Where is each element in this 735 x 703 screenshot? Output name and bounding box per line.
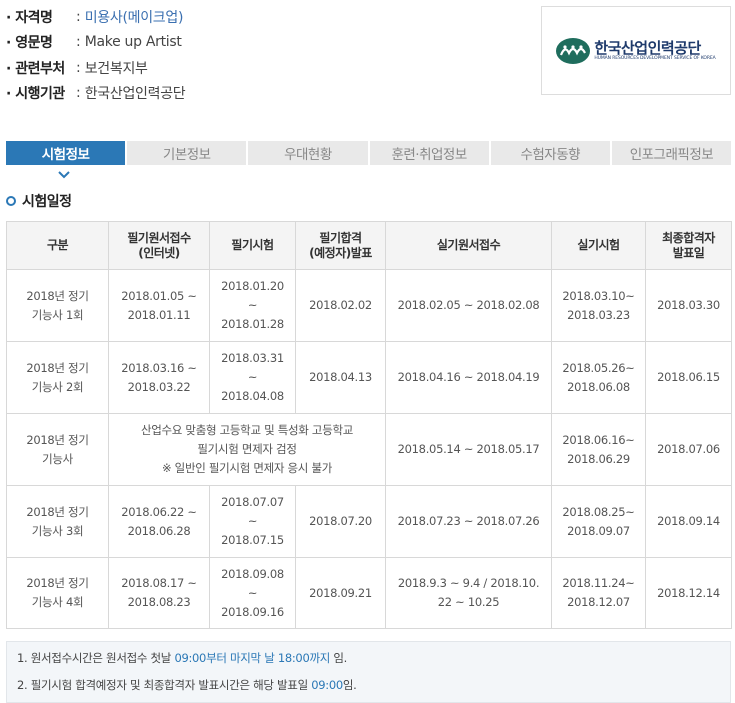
column-header: 구분 (6, 221, 109, 270)
info-separator: : (76, 85, 81, 102)
column-header: 실기원서접수 (385, 221, 552, 270)
table-cell: 2018.9.3 ~ 9.4 / 2018.10. 22 ~ 10.25 (385, 557, 552, 629)
table-cell: 2018년 정기 기능사 (6, 413, 109, 486)
table-cell: 2018.07.23 ~ 2018.07.26 (385, 485, 552, 558)
section-title: 시험일정 (6, 191, 72, 211)
table-cell: 2018.08.17 ~ 2018.08.23 (108, 557, 210, 629)
hrdk-logo-icon (556, 37, 591, 64)
info-key: 시행기관 (6, 83, 76, 103)
column-header: 필기합격 (예정자)발표 (295, 221, 386, 270)
tab-examinee-trends[interactable]: 수험자동향 (490, 141, 610, 165)
table-cell: 2018.06.15 (645, 341, 732, 414)
table-cell: 2018.06.22 ~ 2018.06.28 (108, 485, 210, 558)
table-row: 2018년 정기 기능사 1회 2018.01.05 ~ 2018.01.11 … (6, 269, 732, 342)
table-cell: 2018년 정기 기능사 3회 (6, 485, 109, 558)
table-cell: 2018.03.16 ~ 2018.03.22 (108, 341, 210, 414)
info-row-agency: 시행기관 : 한국산업인력공단 (6, 81, 526, 107)
table-cell: 2018.09.21 (295, 557, 386, 629)
logo-english-name: HUMAN RESOURCES DEVELOPMENT SERVICE OF K… (594, 55, 716, 61)
table-cell: 2018년 정기 기능사 1회 (6, 269, 109, 342)
info-row-english: 영문명 : Make up Artist (6, 30, 526, 56)
note-text: 1. 원서접수시간은 원서접수 첫날 (17, 651, 175, 665)
table-header-row: 구분 필기원서접수 (인터넷) 필기시험 필기합격 (예정자)발표 실기원서접수… (6, 221, 732, 270)
table-cell: 2018년 정기 기능사 2회 (6, 341, 109, 414)
table-cell: 2018.02.05 ~ 2018.02.08 (385, 269, 552, 342)
table-cell: 2018.08.25~ 2018.09.07 (551, 485, 646, 558)
info-row-ministry: 관련부처 : 보건복지부 (6, 55, 526, 81)
table-cell: 2018.07.06 (645, 413, 732, 486)
note-line: 2. 필기시험 합격예정자 및 최종합격자 발표시간은 해당 발표일 09:00… (17, 677, 357, 693)
section-title-text: 시험일정 (22, 194, 72, 210)
table-cell: 2018.03.10~ 2018.03.23 (551, 269, 646, 342)
tab-preference[interactable]: 우대현황 (248, 141, 368, 165)
table-cell: 2018.04.13 (295, 341, 386, 414)
info-key: 영문명 (6, 32, 76, 52)
info-value: 한국산업인력공단 (84, 86, 186, 103)
tab-exam-info[interactable]: 시험정보 (6, 141, 126, 165)
agency-logo: 한국산업인력공단 HUMAN RESOURCES DEVELOPMENT SER… (541, 6, 731, 95)
tab-infographic[interactable]: 인포그래픽정보 (611, 141, 732, 165)
qualification-info: 자격명 : 미용사(메이크업) 영문명 : Make up Artist 관련부… (6, 4, 526, 106)
logo-korean-name: 한국산업인력공단 (594, 38, 701, 57)
tab-bar: 시험정보 기본정보 우대현황 훈련·취업정보 수험자동향 인포그래픽정보 (6, 141, 732, 165)
note-highlight: 09:00 (311, 678, 343, 692)
note-text: 2. 필기시험 합격예정자 및 최종합격자 발표시간은 해당 발표일 (17, 678, 312, 692)
table-cell: 2018.01.05 ~ 2018.01.11 (108, 269, 210, 342)
table-cell: 2018.07.20 (295, 485, 386, 558)
info-separator: : (76, 34, 81, 51)
info-value: 보건복지부 (84, 60, 148, 77)
table-cell: 2018.11.24~ 2018.12.07 (551, 557, 646, 629)
table-cell: 2018.09.08 ~ 2018.09.16 (209, 557, 296, 629)
table-cell: 2018년 정기 기능사 4회 (6, 557, 109, 629)
table-cell: 2018.03.30 (645, 269, 732, 342)
table-cell: 2018.02.02 (295, 269, 386, 342)
table-cell: 2018.06.16~ 2018.06.29 (551, 413, 646, 486)
table-row: 2018년 정기 기능사 2회 2018.03.16 ~ 2018.03.22 … (6, 341, 732, 414)
info-separator: : (76, 8, 81, 25)
table-cell: 2018.03.31 ~ 2018.04.08 (209, 341, 296, 414)
table-cell: 2018.01.20 ~ 2018.01.28 (209, 269, 296, 342)
qualification-name-link[interactable]: 미용사(메이크업) (85, 7, 184, 27)
note-line: 1. 원서접수시간은 원서접수 첫날 09:00부터 마지막 날 18:00까지… (17, 650, 347, 666)
bullet-ring-icon (6, 196, 16, 206)
chevron-down-icon (58, 171, 70, 179)
table-cell: 2018.05.14 ~ 2018.05.17 (385, 413, 552, 486)
table-row: 2018년 정기 기능사 3회 2018.06.22 ~ 2018.06.28 … (6, 485, 732, 558)
table-cell: 2018.09.14 (645, 485, 732, 558)
exemption-note-cell: 산업수요 맞춤형 고등학교 및 특성화 고등학교 필기시험 면제자 검정 ※ 일… (108, 413, 386, 486)
table-cell: 2018.07.07 ~ 2018.07.15 (209, 485, 296, 558)
info-key: 자격명 (6, 7, 76, 27)
table-row: 2018년 정기 기능사 산업수요 맞춤형 고등학교 및 특성화 고등학교 필기… (6, 413, 732, 486)
column-header: 최종합격자 발표일 (645, 221, 732, 270)
column-header: 실기시험 (551, 221, 646, 270)
info-value: Make up Artist (84, 34, 182, 51)
notes-box: 1. 원서접수시간은 원서접수 첫날 09:00부터 마지막 날 18:00까지… (6, 641, 731, 703)
note-text: 임. (342, 678, 357, 692)
info-key: 관련부처 (6, 58, 76, 78)
tab-basic-info[interactable]: 기본정보 (127, 141, 247, 165)
table-cell: 2018.04.16 ~ 2018.04.19 (385, 341, 552, 414)
column-header: 필기시험 (209, 221, 296, 270)
info-row-name: 자격명 : 미용사(메이크업) (6, 4, 526, 30)
tab-training-jobs[interactable]: 훈련·취업정보 (369, 141, 489, 165)
note-text: 임. (330, 651, 348, 665)
column-header: 필기원서접수 (인터넷) (108, 221, 210, 270)
note-highlight: 09:00부터 마지막 날 18:00까지 (174, 651, 331, 665)
table-cell: 2018.05.26~ 2018.06.08 (551, 341, 646, 414)
table-cell: 2018.12.14 (645, 557, 732, 629)
info-separator: : (76, 59, 81, 76)
exam-schedule-table: 구분 필기원서접수 (인터넷) 필기시험 필기합격 (예정자)발표 실기원서접수… (6, 221, 732, 629)
table-row: 2018년 정기 기능사 4회 2018.08.17 ~ 2018.08.23 … (6, 557, 732, 629)
